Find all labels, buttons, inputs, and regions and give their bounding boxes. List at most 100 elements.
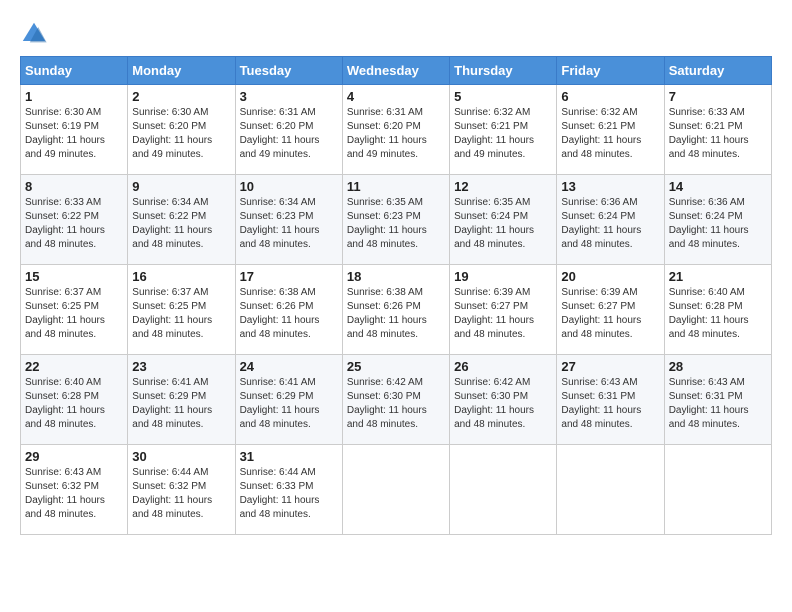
calendar-cell: 6 Sunrise: 6:32 AMSunset: 6:21 PMDaylight…: [557, 85, 664, 175]
day-number: 18: [347, 269, 445, 284]
day-info: Sunrise: 6:42 AMSunset: 6:30 PMDaylight:…: [347, 376, 445, 432]
calendar-week-row: 8 Sunrise: 6:33 AMSunset: 6:22 PMDaylight…: [21, 175, 772, 265]
day-info: Sunrise: 6:43 AMSunset: 6:31 PMDaylight:…: [561, 376, 659, 432]
day-info: Sunrise: 6:38 AMSunset: 6:26 PMDaylight:…: [240, 286, 338, 342]
logo: [20, 20, 52, 48]
day-info: Sunrise: 6:36 AMSunset: 6:24 PMDaylight:…: [561, 196, 659, 252]
day-number: 9: [132, 179, 230, 194]
day-number: 17: [240, 269, 338, 284]
day-number: 7: [669, 89, 767, 104]
day-number: 23: [132, 359, 230, 374]
day-info: Sunrise: 6:33 AMSunset: 6:22 PMDaylight:…: [25, 196, 123, 252]
day-info: Sunrise: 6:30 AMSunset: 6:20 PMDaylight:…: [132, 106, 230, 162]
day-info: Sunrise: 6:41 AMSunset: 6:29 PMDaylight:…: [132, 376, 230, 432]
day-info: Sunrise: 6:32 AMSunset: 6:21 PMDaylight:…: [454, 106, 552, 162]
day-number: 8: [25, 179, 123, 194]
calendar-header-thursday: Thursday: [450, 57, 557, 85]
calendar-cell: 27 Sunrise: 6:43 AMSunset: 6:31 PMDayligh…: [557, 355, 664, 445]
day-number: 26: [454, 359, 552, 374]
calendar-cell: 11Sunrise: 6:35 AMSunset: 6:23 PMDayligh…: [342, 175, 449, 265]
calendar-week-row: 22 Sunrise: 6:40 AMSunset: 6:28 PMDayligh…: [21, 355, 772, 445]
day-number: 28: [669, 359, 767, 374]
day-info: Sunrise: 6:36 AMSunset: 6:24 PMDaylight:…: [669, 196, 767, 252]
day-number: 6: [561, 89, 659, 104]
day-info: Sunrise: 6:38 AMSunset: 6:26 PMDaylight:…: [347, 286, 445, 342]
day-number: 15: [25, 269, 123, 284]
calendar-cell: 9 Sunrise: 6:34 AMSunset: 6:22 PMDaylight…: [128, 175, 235, 265]
day-number: 24: [240, 359, 338, 374]
day-info: Sunrise: 6:44 AMSunset: 6:32 PMDaylight:…: [132, 466, 230, 522]
calendar-cell: 1 Sunrise: 6:30 AMSunset: 6:19 PMDaylight…: [21, 85, 128, 175]
day-info: Sunrise: 6:42 AMSunset: 6:30 PMDaylight:…: [454, 376, 552, 432]
day-info: Sunrise: 6:41 AMSunset: 6:29 PMDaylight:…: [240, 376, 338, 432]
day-info: Sunrise: 6:32 AMSunset: 6:21 PMDaylight:…: [561, 106, 659, 162]
calendar-cell: 3 Sunrise: 6:31 AMSunset: 6:20 PMDaylight…: [235, 85, 342, 175]
calendar-cell: 21 Sunrise: 6:40 AMSunset: 6:28 PMDayligh…: [664, 265, 771, 355]
day-info: Sunrise: 6:44 AMSunset: 6:33 PMDaylight:…: [240, 466, 338, 522]
day-info: Sunrise: 6:34 AMSunset: 6:22 PMDaylight:…: [132, 196, 230, 252]
day-info: Sunrise: 6:31 AMSunset: 6:20 PMDaylight:…: [347, 106, 445, 162]
calendar-cell: 2 Sunrise: 6:30 AMSunset: 6:20 PMDaylight…: [128, 85, 235, 175]
day-info: Sunrise: 6:31 AMSunset: 6:20 PMDaylight:…: [240, 106, 338, 162]
day-number: 1: [25, 89, 123, 104]
calendar-cell: [450, 445, 557, 535]
calendar-table: SundayMondayTuesdayWednesdayThursdayFrid…: [20, 56, 772, 535]
day-info: Sunrise: 6:40 AMSunset: 6:28 PMDaylight:…: [25, 376, 123, 432]
calendar-header-tuesday: Tuesday: [235, 57, 342, 85]
calendar-header-monday: Monday: [128, 57, 235, 85]
calendar-cell: [557, 445, 664, 535]
calendar-cell: 28 Sunrise: 6:43 AMSunset: 6:31 PMDayligh…: [664, 355, 771, 445]
day-number: 19: [454, 269, 552, 284]
day-info: Sunrise: 6:33 AMSunset: 6:21 PMDaylight:…: [669, 106, 767, 162]
day-number: 25: [347, 359, 445, 374]
calendar-header-saturday: Saturday: [664, 57, 771, 85]
calendar-cell: [664, 445, 771, 535]
calendar-cell: [342, 445, 449, 535]
calendar-cell: 14 Sunrise: 6:36 AMSunset: 6:24 PMDayligh…: [664, 175, 771, 265]
calendar-cell: 10Sunrise: 6:34 AMSunset: 6:23 PMDayligh…: [235, 175, 342, 265]
day-info: Sunrise: 6:34 AMSunset: 6:23 PMDaylight:…: [240, 196, 338, 252]
calendar-cell: 25 Sunrise: 6:42 AMSunset: 6:30 PMDayligh…: [342, 355, 449, 445]
calendar-cell: 31 Sunrise: 6:44 AMSunset: 6:33 PMDayligh…: [235, 445, 342, 535]
day-number: 22: [25, 359, 123, 374]
day-number: 11: [347, 179, 445, 194]
day-number: 5: [454, 89, 552, 104]
day-number: 30: [132, 449, 230, 464]
day-number: 14: [669, 179, 767, 194]
calendar-cell: 15Sunrise: 6:37 AMSunset: 6:25 PMDayligh…: [21, 265, 128, 355]
calendar-week-row: 1 Sunrise: 6:30 AMSunset: 6:19 PMDaylight…: [21, 85, 772, 175]
calendar-cell: 16 Sunrise: 6:37 AMSunset: 6:25 PMDayligh…: [128, 265, 235, 355]
day-number: 29: [25, 449, 123, 464]
calendar-cell: 12 Sunrise: 6:35 AMSunset: 6:24 PMDayligh…: [450, 175, 557, 265]
page-header: [20, 20, 772, 48]
day-number: 12: [454, 179, 552, 194]
day-info: Sunrise: 6:35 AMSunset: 6:24 PMDaylight:…: [454, 196, 552, 252]
day-info: Sunrise: 6:30 AMSunset: 6:19 PMDaylight:…: [25, 106, 123, 162]
calendar-cell: 13 Sunrise: 6:36 AMSunset: 6:24 PMDayligh…: [557, 175, 664, 265]
calendar-cell: 8 Sunrise: 6:33 AMSunset: 6:22 PMDaylight…: [21, 175, 128, 265]
day-number: 16: [132, 269, 230, 284]
calendar-week-row: 29 Sunrise: 6:43 AMSunset: 6:32 PMDayligh…: [21, 445, 772, 535]
calendar-header-wednesday: Wednesday: [342, 57, 449, 85]
calendar-cell: 24 Sunrise: 6:41 AMSunset: 6:29 PMDayligh…: [235, 355, 342, 445]
calendar-week-row: 15 Sunrise: 6:37 AMSunset: 6:25 PMDayligh…: [21, 265, 772, 355]
calendar-cell: 5 Sunrise: 6:32 AMSunset: 6:21 PMDaylight…: [450, 85, 557, 175]
day-info: Sunrise: 6:37 AMSunset: 6:25 PMDaylight:…: [132, 286, 230, 342]
day-info: Sunrise: 6:40 AMSunset: 6:28 PMDaylight:…: [669, 286, 767, 342]
day-info: Sunrise: 6:43 AMSunset: 6:32 PMDaylight:…: [25, 466, 123, 522]
calendar-header-sunday: Sunday: [21, 57, 128, 85]
day-number: 2: [132, 89, 230, 104]
day-number: 13: [561, 179, 659, 194]
day-number: 3: [240, 89, 338, 104]
day-number: 31: [240, 449, 338, 464]
calendar-cell: 20Sunrise: 6:39 AMSunset: 6:27 PMDayligh…: [557, 265, 664, 355]
calendar-cell: 22 Sunrise: 6:40 AMSunset: 6:28 PMDayligh…: [21, 355, 128, 445]
day-info: Sunrise: 6:43 AMSunset: 6:31 PMDaylight:…: [669, 376, 767, 432]
day-number: 27: [561, 359, 659, 374]
calendar-header-row: SundayMondayTuesdayWednesdayThursdayFrid…: [21, 57, 772, 85]
calendar-cell: 4Sunrise: 6:31 AMSunset: 6:20 PMDaylight…: [342, 85, 449, 175]
day-number: 21: [669, 269, 767, 284]
calendar-cell: 26 Sunrise: 6:42 AMSunset: 6:30 PMDayligh…: [450, 355, 557, 445]
calendar-cell: 29 Sunrise: 6:43 AMSunset: 6:32 PMDayligh…: [21, 445, 128, 535]
calendar-cell: 7 Sunrise: 6:33 AMSunset: 6:21 PMDaylight…: [664, 85, 771, 175]
